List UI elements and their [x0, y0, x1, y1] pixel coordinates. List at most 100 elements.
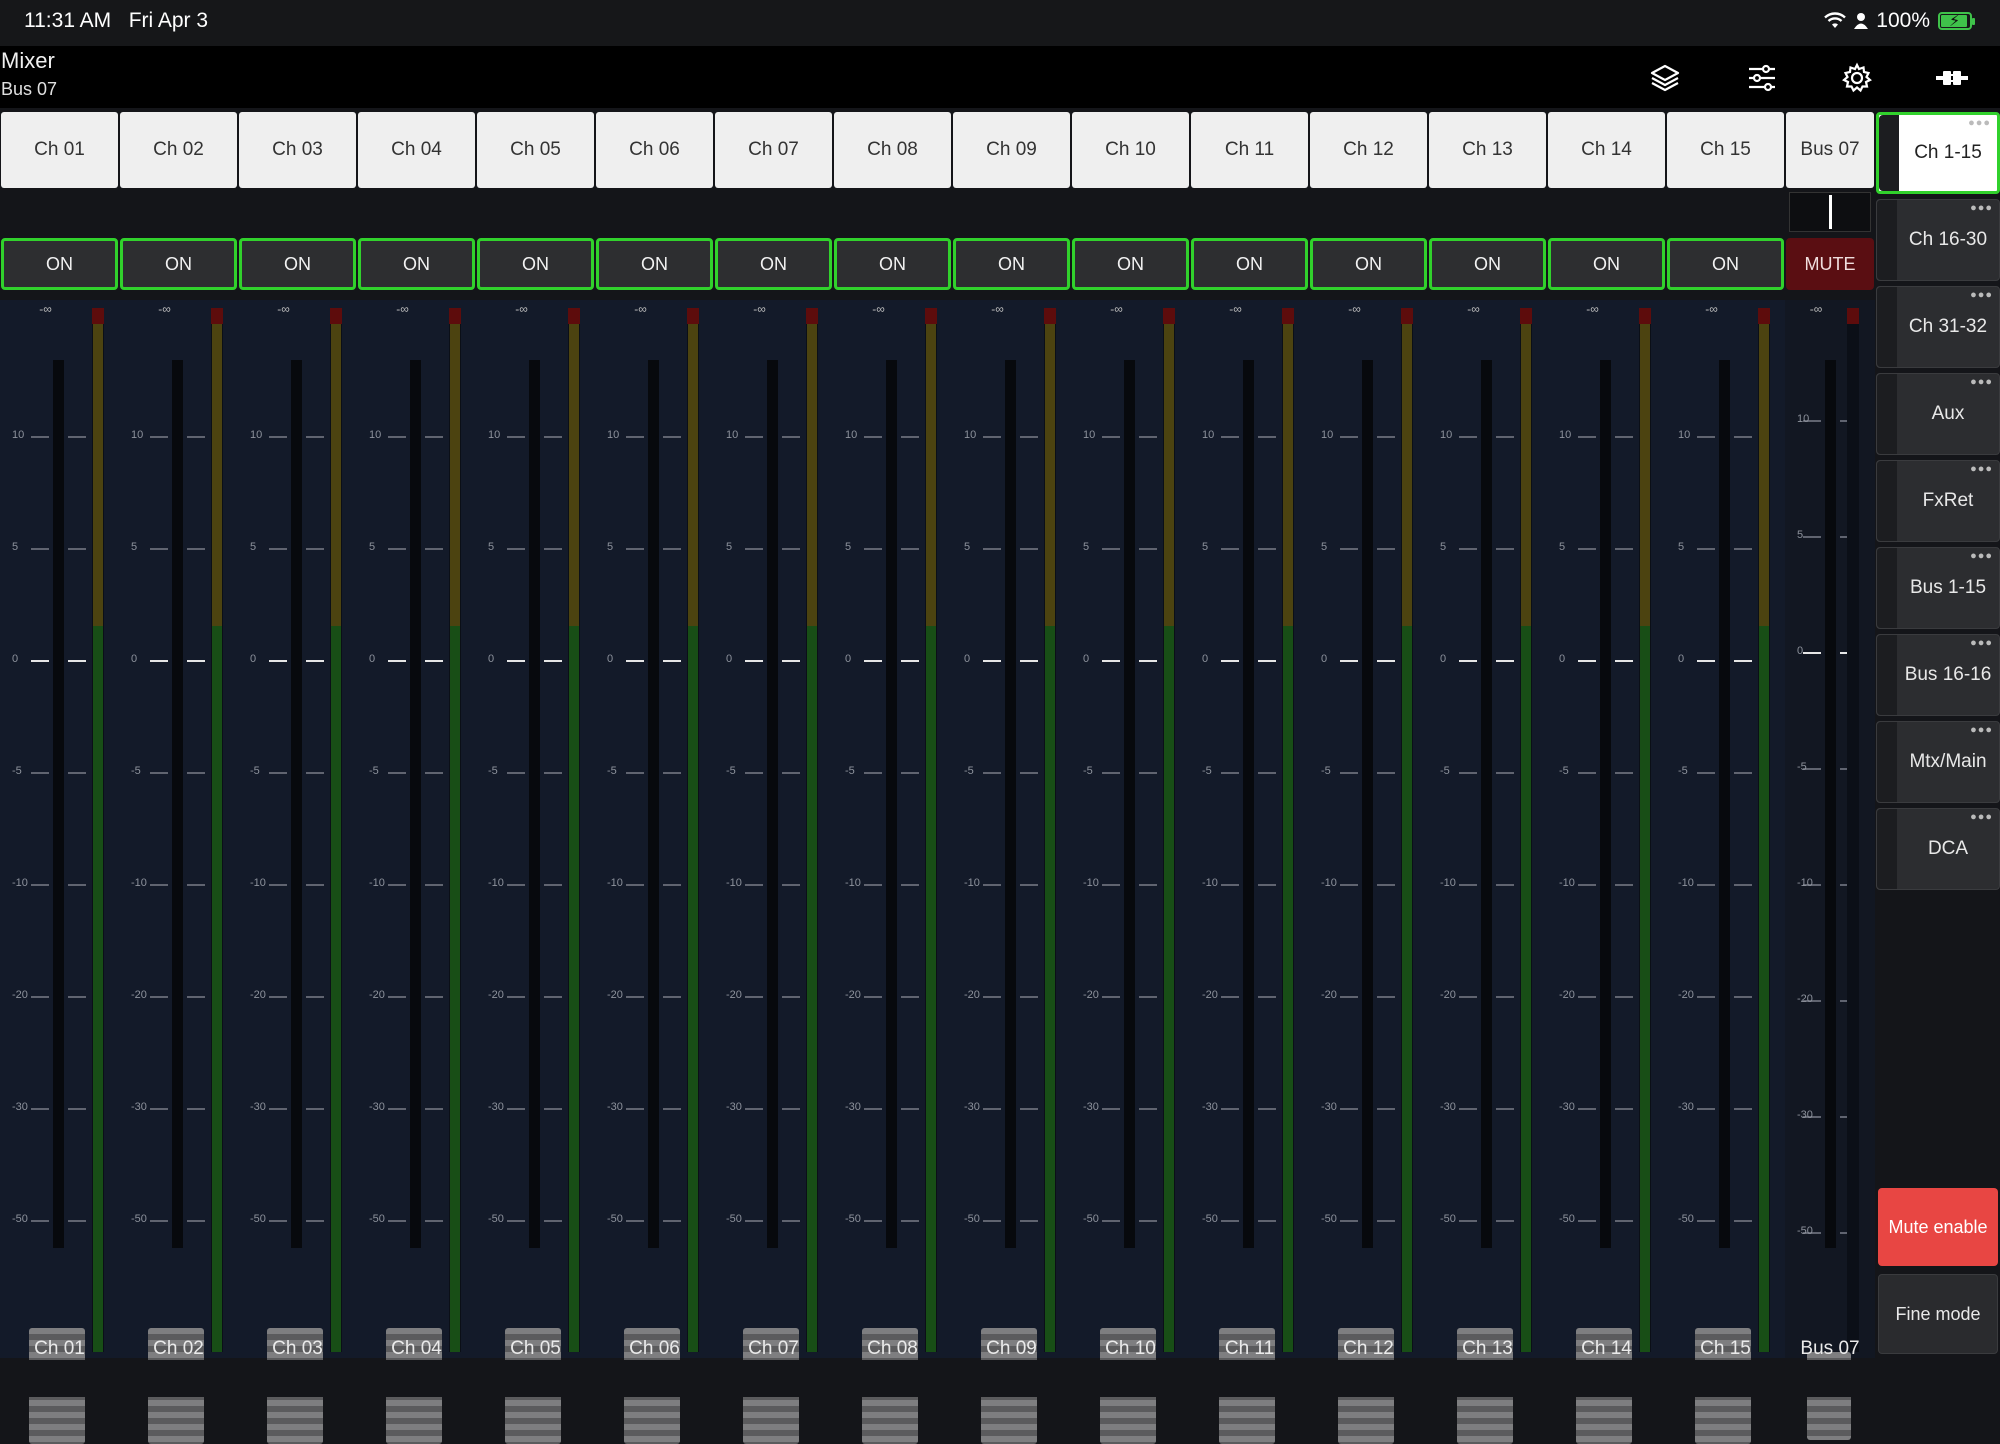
scale-tick	[1340, 548, 1358, 550]
channel-select-button[interactable]: Ch 02	[120, 112, 237, 188]
channel-select-button[interactable]: Ch 12	[1310, 112, 1427, 188]
scale-label: -10	[607, 877, 623, 889]
on-button[interactable]: ON	[358, 238, 475, 290]
on-button[interactable]: ON	[477, 238, 594, 290]
fader-area: -∞ 10 5 0 -5 -10 -20 -30 -50 Ch 05	[476, 300, 595, 1444]
fader-track[interactable]	[410, 360, 421, 1248]
level-meter	[330, 308, 342, 1352]
gear-icon[interactable]	[1837, 58, 1877, 98]
on-button[interactable]: ON	[834, 238, 951, 290]
fader-track[interactable]	[1005, 360, 1016, 1248]
fader-track[interactable]	[1825, 360, 1836, 1248]
on-button[interactable]: ON	[715, 238, 832, 290]
channel-select-button[interactable]: Ch 06	[596, 112, 713, 188]
more-dots-icon[interactable]: ●●●	[1970, 725, 1993, 736]
scale-tick	[1496, 660, 1514, 662]
on-button[interactable]: ON	[1310, 238, 1427, 290]
scale-label: -30	[964, 1101, 980, 1113]
fader-track[interactable]	[291, 360, 302, 1248]
channel-select-button[interactable]: Ch 13	[1429, 112, 1546, 188]
layer-button[interactable]: ●●● Bus 16-16	[1876, 634, 2000, 716]
on-button[interactable]: ON	[1072, 238, 1189, 290]
scale-tick	[1221, 884, 1239, 886]
on-button[interactable]: ON	[1429, 238, 1546, 290]
on-button[interactable]: ON	[1, 238, 118, 290]
more-dots-icon[interactable]: ●●●	[1970, 551, 1993, 562]
more-dots-icon[interactable]: ●●●	[1970, 290, 1993, 301]
channel-select-button[interactable]: Ch 14	[1548, 112, 1665, 188]
layer-button[interactable]: ●●● Mtx/Main	[1876, 721, 2000, 803]
on-button[interactable]: ON	[239, 238, 356, 290]
on-button[interactable]: ON	[1548, 238, 1665, 290]
on-button[interactable]: ON	[1191, 238, 1308, 290]
scale-tick	[544, 436, 562, 438]
channel-select-button[interactable]: Ch 03	[239, 112, 356, 188]
fader-track[interactable]	[1124, 360, 1135, 1248]
on-button[interactable]: ON	[120, 238, 237, 290]
channel-select-button[interactable]: Bus 07	[1786, 112, 1874, 188]
more-dots-icon[interactable]: ●●●	[1970, 464, 1993, 475]
meter-clip-segment	[1520, 308, 1532, 324]
scale-tick	[425, 1220, 443, 1222]
layer-button-label: DCA	[1927, 838, 1969, 859]
fader-track[interactable]	[1243, 360, 1254, 1248]
more-dots-icon[interactable]: ●●●	[1970, 812, 1993, 823]
scale-label: -5	[131, 765, 141, 777]
scale-tick	[68, 548, 86, 550]
layer-button[interactable]: ●●● Aux	[1876, 373, 2000, 455]
mute-button[interactable]: MUTE	[1786, 238, 1874, 290]
scale-tick	[269, 884, 287, 886]
fader-track[interactable]	[648, 360, 659, 1248]
channel-select-button[interactable]: Ch 08	[834, 112, 951, 188]
scale-tick	[663, 996, 681, 998]
on-button[interactable]: ON	[953, 238, 1070, 290]
layer-button[interactable]: ●●● Ch 1-15	[1876, 112, 2000, 194]
fine-mode-button[interactable]: Fine mode	[1878, 1274, 1998, 1354]
fader-track[interactable]	[1719, 360, 1730, 1248]
more-dots-icon[interactable]: ●●●	[1970, 203, 1993, 214]
more-dots-icon[interactable]: ●●●	[1970, 377, 1993, 388]
channel-select-button[interactable]: Ch 09	[953, 112, 1070, 188]
level-meter	[568, 308, 580, 1352]
scale-label: -20	[369, 989, 385, 1001]
layer-button-label: Ch 31-32	[1908, 316, 1988, 337]
more-dots-icon[interactable]: ●●●	[1968, 118, 1991, 129]
fader-track[interactable]	[1600, 360, 1611, 1248]
channel-select-button[interactable]: Ch 11	[1191, 112, 1308, 188]
channel-strip: Ch 04 ON -∞ 10 5 0 -5 -10 -20 -30 -50 Ch 04	[357, 110, 476, 1444]
layer-button[interactable]: ●●● Bus 1-15	[1876, 547, 2000, 629]
fader-track[interactable]	[886, 360, 897, 1248]
scale-tick	[425, 772, 443, 774]
scale-tick	[1221, 996, 1239, 998]
fader-track[interactable]	[172, 360, 183, 1248]
on-button[interactable]: ON	[596, 238, 713, 290]
mute-enable-button[interactable]: Mute enable	[1878, 1188, 1998, 1266]
fader-track[interactable]	[1362, 360, 1373, 1248]
channel-select-button[interactable]: Ch 10	[1072, 112, 1189, 188]
fader-track[interactable]	[1481, 360, 1492, 1248]
pan-indicator[interactable]	[1789, 192, 1871, 232]
fader-track[interactable]	[767, 360, 778, 1248]
channel-select-button[interactable]: Ch 07	[715, 112, 832, 188]
scale-label: 5	[1202, 541, 1209, 553]
layers-icon[interactable]	[1645, 58, 1685, 98]
on-button[interactable]: ON	[1667, 238, 1784, 290]
sliders-icon[interactable]	[1742, 58, 1782, 98]
channel-strip: Ch 13 ON -∞ 10 5 0 -5 -10 -20 -30 -50 Ch 13	[1428, 110, 1547, 1444]
meter-clip-segment	[1044, 308, 1056, 324]
plug-icon[interactable]	[1932, 58, 1972, 98]
more-dots-icon[interactable]: ●●●	[1970, 638, 1993, 649]
channel-label: Ch 01	[34, 1338, 85, 1359]
channel-select-button[interactable]: Ch 01	[1, 112, 118, 188]
layer-button[interactable]: ●●● Ch 31-32	[1876, 286, 2000, 368]
channel-select-button[interactable]: Ch 04	[358, 112, 475, 188]
scale-tick	[626, 884, 644, 886]
layer-button-edge	[1877, 200, 1897, 280]
layer-button[interactable]: ●●● FxRet	[1876, 460, 2000, 542]
fader-track[interactable]	[53, 360, 64, 1248]
layer-button[interactable]: ●●● DCA	[1876, 808, 2000, 890]
layer-button[interactable]: ●●● Ch 16-30	[1876, 199, 2000, 281]
channel-select-button[interactable]: Ch 05	[477, 112, 594, 188]
fader-track[interactable]	[529, 360, 540, 1248]
channel-select-button[interactable]: Ch 15	[1667, 112, 1784, 188]
